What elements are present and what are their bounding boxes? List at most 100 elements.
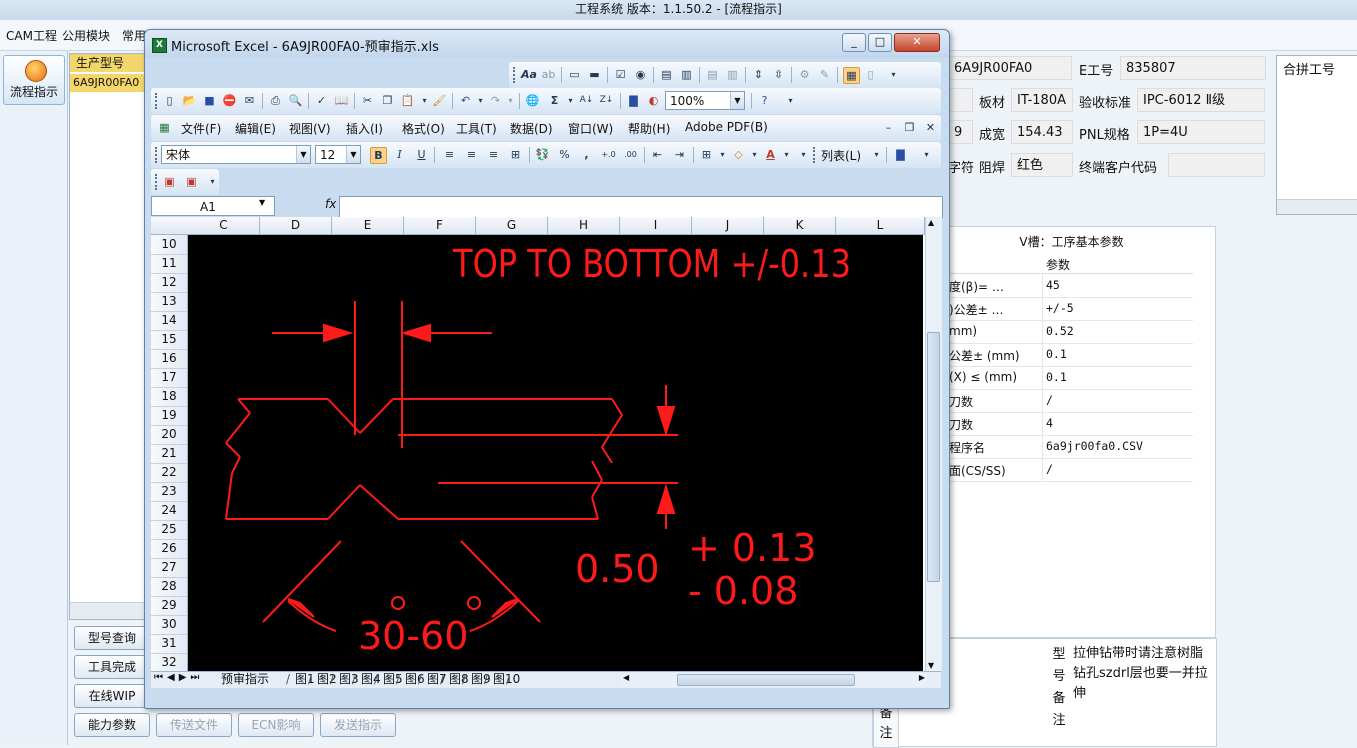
help-icon[interactable]: ? — [757, 93, 772, 108]
undo-dropdown-icon[interactable]: ▾ — [473, 93, 488, 108]
menu-help[interactable]: 帮助(H) — [628, 120, 670, 137]
bold-icon[interactable]: B — [370, 147, 387, 164]
width-field[interactable]: 154.43 — [1011, 120, 1073, 144]
standard-field[interactable]: IPC-6012 Ⅱ级 — [1137, 88, 1265, 112]
row-header[interactable]: 29 — [151, 596, 187, 616]
toolbar-options-icon[interactable]: ▾ — [205, 174, 220, 189]
text-style-icon[interactable]: Aa — [521, 67, 537, 82]
font-color-dropdown-icon[interactable]: ▾ — [779, 147, 794, 162]
column-header[interactable]: H — [548, 217, 620, 234]
param-row[interactable]: 刀数 4 — [949, 412, 1193, 436]
scroll-down-icon[interactable]: ▼ — [928, 661, 934, 670]
name-box[interactable]: A1 — [151, 196, 275, 216]
vertical-scroll-thumb[interactable] — [927, 332, 940, 582]
param-row[interactable]: 面(CS/SS) / — [949, 458, 1193, 482]
toggle-grid-icon[interactable]: ▦ — [843, 67, 860, 84]
italic-icon[interactable]: I — [392, 147, 407, 162]
row-header[interactable]: 12 — [151, 273, 187, 293]
menu-window[interactable]: 窗口(W) — [568, 120, 613, 137]
run-dialog-icon[interactable]: ▯ — [863, 67, 878, 82]
row-header[interactable]: 14 — [151, 311, 187, 331]
row-header[interactable]: 25 — [151, 520, 187, 540]
solder-field[interactable]: 红色 — [1011, 153, 1073, 177]
row-header[interactable]: 32 — [151, 653, 187, 673]
menu-adobe-pdf[interactable]: Adobe PDF(B) — [685, 120, 768, 134]
column-header[interactable]: I — [620, 217, 692, 234]
list-dropdown-icon[interactable]: ▾ — [869, 147, 884, 162]
send-instruction-button[interactable]: 发送指示 — [320, 713, 396, 737]
email-icon[interactable]: ✉ — [242, 93, 257, 108]
capability-params-button[interactable]: 能力参数 — [74, 713, 150, 737]
model-query-button[interactable]: 型号查询 — [74, 626, 150, 650]
save-icon[interactable]: ■ — [202, 93, 217, 108]
function-icon[interactable]: fx — [325, 197, 336, 211]
hyperlink-icon[interactable]: 🌐 — [525, 93, 540, 108]
convert-pdf-icon[interactable]: ▣ — [162, 174, 177, 189]
row-header[interactable]: 18 — [151, 387, 187, 407]
drawing-icon[interactable]: ◐ — [646, 93, 661, 108]
toolbar-grip[interactable] — [155, 174, 160, 190]
checkbox-icon[interactable]: ☑ — [613, 67, 628, 82]
pnl-field[interactable]: 1P=4U — [1137, 120, 1265, 144]
param-row[interactable]: 度(β)= … 45 — [949, 274, 1193, 298]
format-painter-icon[interactable]: 🖌 — [432, 93, 447, 108]
decrease-decimal-icon[interactable]: .00 — [623, 147, 638, 162]
currency-icon[interactable]: 💱 — [535, 147, 550, 162]
param-row[interactable]: 程序名 6a9jr00fa0.CSV — [949, 435, 1193, 459]
menu-data[interactable]: 数据(D) — [510, 120, 553, 137]
font-color-icon[interactable]: A — [763, 147, 778, 162]
chevron-down-icon[interactable]: ▼ — [259, 198, 265, 207]
param-row[interactable]: 公差± (mm) 0.1 — [949, 343, 1193, 367]
close-button[interactable]: ✕ — [894, 33, 940, 52]
column-header[interactable]: G — [476, 217, 548, 234]
row-header[interactable]: 21 — [151, 444, 187, 464]
excel-title-bar[interactable]: X Microsoft Excel - 6A9JR00FA0-预审指示.xls … — [145, 30, 949, 58]
new-icon[interactable]: ▯ — [162, 93, 177, 108]
material-field[interactable]: IT-180A — [1011, 88, 1073, 112]
column-header[interactable]: F — [404, 217, 476, 234]
paste-icon[interactable]: 📋 — [400, 93, 415, 108]
merge-center-icon[interactable]: ⊞ — [508, 147, 523, 162]
minimize-button[interactable]: _ — [842, 33, 866, 52]
fill-color-icon[interactable]: ◇ — [731, 147, 746, 162]
doc-close-icon[interactable]: ✕ — [923, 120, 938, 135]
menu-format[interactable]: 格式(O) — [402, 120, 445, 137]
print-icon[interactable]: ⎙ — [268, 93, 283, 108]
align-left-icon[interactable]: ≡ — [442, 147, 457, 162]
menu-cam[interactable]: CAM工程 — [6, 27, 57, 44]
column-header[interactable]: D — [260, 217, 332, 234]
borders-dropdown-icon[interactable]: ▾ — [715, 147, 730, 162]
tab-nav-icon[interactable]: ⏮◀▶⏭ — [154, 672, 203, 683]
row-header[interactable]: 24 — [151, 501, 187, 521]
horizontal-scroll-thumb[interactable] — [677, 674, 855, 686]
combobox-icon[interactable]: ▥ — [679, 67, 694, 82]
column-header[interactable]: J — [692, 217, 764, 234]
row-header[interactable]: 16 — [151, 349, 187, 369]
ecn-impact-button[interactable]: ECN影响 — [238, 713, 314, 737]
redo-icon[interactable]: ↷ — [488, 93, 503, 108]
increase-indent-icon[interactable]: ⇥ — [672, 147, 687, 162]
row-header[interactable]: 28 — [151, 577, 187, 597]
menu-tools[interactable]: 工具(T) — [456, 120, 497, 137]
fill-dropdown-icon[interactable]: ▾ — [747, 147, 762, 162]
comma-style-icon[interactable]: , — [579, 147, 594, 162]
maximize-button[interactable]: □ — [868, 33, 892, 52]
menu-insert[interactable]: 插入(I) — [346, 120, 383, 137]
doc-restore-icon[interactable]: ❐ — [902, 120, 917, 135]
borders-icon[interactable]: ⊞ — [699, 147, 714, 162]
autosum-icon[interactable]: Σ — [547, 93, 562, 108]
partial-field-2[interactable]: 9 — [948, 120, 973, 144]
autosum-dropdown-icon[interactable]: ▾ — [563, 93, 578, 108]
partial-field-1[interactable] — [948, 88, 973, 112]
row-header[interactable]: 23 — [151, 482, 187, 502]
param-row[interactable]: (X) ≤ (mm) 0.1 — [949, 366, 1193, 390]
row-header[interactable]: 17 — [151, 368, 187, 388]
underline-icon[interactable]: U — [414, 147, 429, 162]
toolbar-options-icon[interactable]: ▾ — [886, 67, 901, 82]
row-header[interactable]: 19 — [151, 406, 187, 426]
listbox-icon[interactable]: ▤ — [659, 67, 674, 82]
combo-drop-icon[interactable]: ▥ — [725, 67, 740, 82]
toolbar-options-icon[interactable]: ▾ — [796, 147, 811, 162]
combo-list-icon[interactable]: ▤ — [705, 67, 720, 82]
combine-hscroll[interactable] — [1277, 199, 1357, 214]
